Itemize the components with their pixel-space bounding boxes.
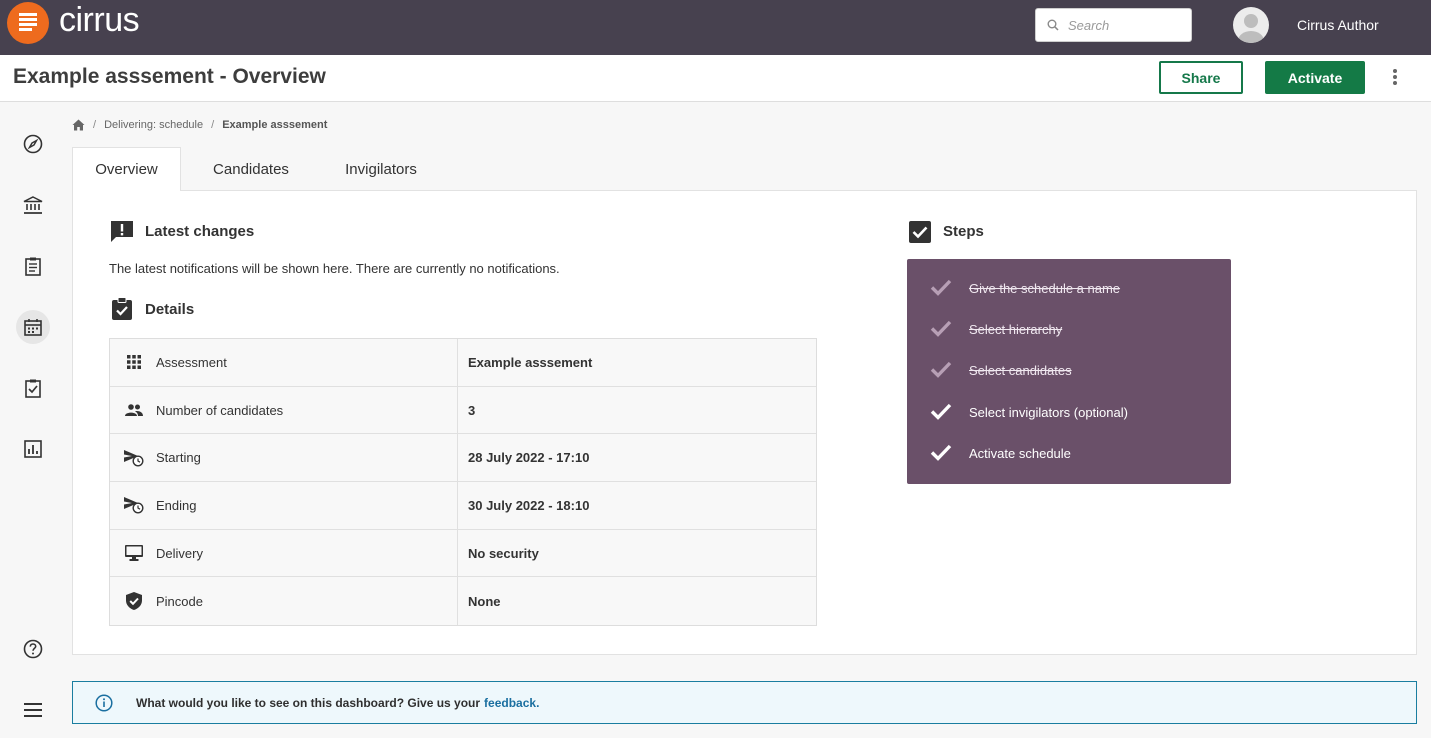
monitor-icon [124,543,144,563]
user-name[interactable]: Cirrus Author [1297,17,1379,33]
app-logo-text[interactable]: cirrus [59,1,140,40]
check-icon [930,320,952,337]
feedback-banner: What would you like to see on this dashb… [72,681,1417,724]
tab-invigilators[interactable]: Invigilators [322,147,440,191]
checkbox-checked-icon [909,221,931,243]
schedule-send-icon [124,495,144,515]
row-value: None [468,593,501,609]
tab-candidates[interactable]: Candidates [191,147,311,191]
bar-chart-icon[interactable] [16,432,50,466]
bank-icon[interactable] [16,188,50,222]
people-icon [124,400,144,420]
list-item[interactable]: Select invigilators (optional) [907,401,1231,425]
notifications-message: The latest notifications will be shown h… [109,261,560,276]
home-icon[interactable] [72,119,85,131]
search-input[interactable] [1068,16,1186,34]
row-value: Example asssement [468,354,593,370]
breadcrumb-separator: / [93,119,97,131]
compass-icon[interactable] [16,127,50,161]
step-label: Select hierarchy [969,322,1063,337]
details-title: Details [145,301,195,318]
table-row: Starting 28 July 2022 - 17:10 [110,434,816,483]
user-avatar[interactable] [1233,7,1269,43]
step-label: Select candidates [969,363,1072,378]
step-label: Activate schedule [969,446,1071,461]
breadcrumb-item-current: Example asssement [222,119,328,131]
feedback-text: What would you like to see on this dashb… [136,696,481,710]
grid-icon [124,352,144,372]
table-row: Ending 30 July 2022 - 18:10 [110,482,816,530]
row-value: 30 July 2022 - 18:10 [468,497,590,513]
info-icon [95,694,113,712]
row-value: 3 [468,402,476,418]
help-icon[interactable] [16,632,50,666]
check-icon [930,403,952,420]
latest-changes-title: Latest changes [145,223,255,240]
row-label: Ending [156,497,197,513]
row-label: Starting [156,450,201,466]
shield-check-icon [124,591,144,611]
row-label: Pincode [156,593,203,609]
table-row: Number of candidates 3 [110,386,816,435]
breadcrumb: / Delivering: schedule / Example assseme… [72,119,327,131]
table-row: Pincode None [110,577,816,626]
table-row: Delivery No security [110,529,816,578]
row-value: No security [468,545,539,561]
feedback-alert-icon [111,221,133,242]
top-bar: cirrus Cirrus Author [0,0,1431,55]
user-avatar-icon [1238,14,1264,43]
list-item[interactable]: Give the schedule a name [907,277,1231,301]
page-header: Example asssement - Overview Share Activ… [0,55,1431,102]
more-options-icon[interactable] [1388,67,1402,87]
clipboard-list-icon[interactable] [16,249,50,283]
tab-overview[interactable]: Overview [72,147,181,191]
cirrus-logo-icon[interactable] [7,2,49,44]
activate-button[interactable]: Activate [1265,61,1365,94]
clipboard-check-icon[interactable] [16,371,50,405]
clipboard-check-icon [112,297,132,320]
details-table: Assessment Example asssement Number of c… [109,338,817,627]
calendar-icon[interactable] [16,310,50,344]
search-box[interactable] [1035,8,1192,42]
feedback-link[interactable]: feedback. [484,696,539,710]
page-title: Example asssement - Overview [13,65,326,88]
list-item[interactable]: Select hierarchy [907,318,1231,342]
share-button[interactable]: Share [1159,61,1243,94]
steps-list: Give the schedule a name Select hierarch… [907,259,1231,484]
row-label: Assessment [156,354,227,370]
row-label: Delivery [156,545,203,561]
breadcrumb-separator: / [211,119,215,131]
steps-title: Steps [943,223,984,240]
step-label: Give the schedule a name [969,281,1121,296]
step-label: Select invigilators (optional) [969,405,1128,420]
row-value: 28 July 2022 - 17:10 [468,450,590,466]
check-icon [930,279,952,296]
row-label: Number of candidates [156,402,284,418]
list-item[interactable]: Select candidates [907,359,1231,383]
table-row: Assessment Example asssement [110,339,816,387]
menu-icon[interactable] [16,693,50,727]
breadcrumb-item-schedule[interactable]: Delivering: schedule [104,119,203,131]
check-icon [930,444,952,461]
search-icon [1047,19,1059,31]
check-icon [930,361,952,378]
feedback-message: What would you like to see on this dashb… [136,696,539,710]
list-item[interactable]: Activate schedule [907,442,1231,466]
schedule-send-icon [124,448,144,468]
